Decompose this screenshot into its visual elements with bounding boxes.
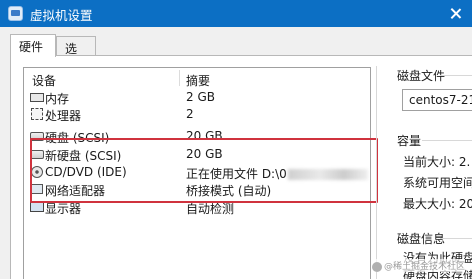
memory-icon — [30, 93, 44, 102]
tab-hardware[interactable]: 硬件 — [10, 34, 56, 57]
system-free-space-label: 系统可用空间 — [403, 176, 472, 190]
device-row-processor[interactable]: 处理器 2 — [24, 105, 370, 123]
max-size-label: 最大大小: 20 — [403, 197, 472, 211]
watermark-logo-icon — [372, 261, 382, 272]
disk-file-input[interactable]: centos7-21 — [402, 89, 472, 111]
column-header-device[interactable]: 设备 — [32, 72, 56, 89]
device-summary: 2 GB — [186, 90, 215, 104]
watermark: @稀土掘金技术社区 — [372, 259, 466, 272]
tab-options[interactable]: 选项 — [56, 36, 96, 73]
title-bar: 虚拟机设置 — [0, 0, 472, 27]
device-name: 处理器 — [45, 109, 82, 123]
panel-divider — [376, 66, 377, 279]
group-line — [422, 140, 472, 141]
vm-settings-icon — [8, 6, 23, 21]
current-size-label: 当前大小: 2. — [403, 155, 471, 169]
display-icon — [30, 202, 44, 212]
group-line — [440, 75, 472, 76]
capacity-group-title: 容量 — [397, 134, 422, 148]
disk-info-group-title: 磁盘信息 — [397, 232, 446, 246]
disk-file-group-title: 磁盘文件 — [397, 69, 446, 83]
window-title: 虚拟机设置 — [30, 8, 93, 23]
processor-icon — [31, 108, 43, 120]
group-line — [440, 238, 472, 239]
annotation-highlight-box — [30, 138, 378, 203]
device-list-header: 设备 摘要 — [24, 68, 370, 88]
column-separator[interactable] — [179, 70, 180, 86]
device-row-memory[interactable]: 内存 2 GB — [24, 88, 370, 106]
device-list[interactable]: 设备 摘要 内存 2 GB 处理器 2 硬盘 (SCSI) 20 GB 新硬盘 … — [23, 67, 378, 279]
close-icon[interactable] — [446, 4, 466, 23]
column-header-summary[interactable]: 摘要 — [186, 72, 210, 89]
device-summary: 2 — [186, 107, 194, 121]
